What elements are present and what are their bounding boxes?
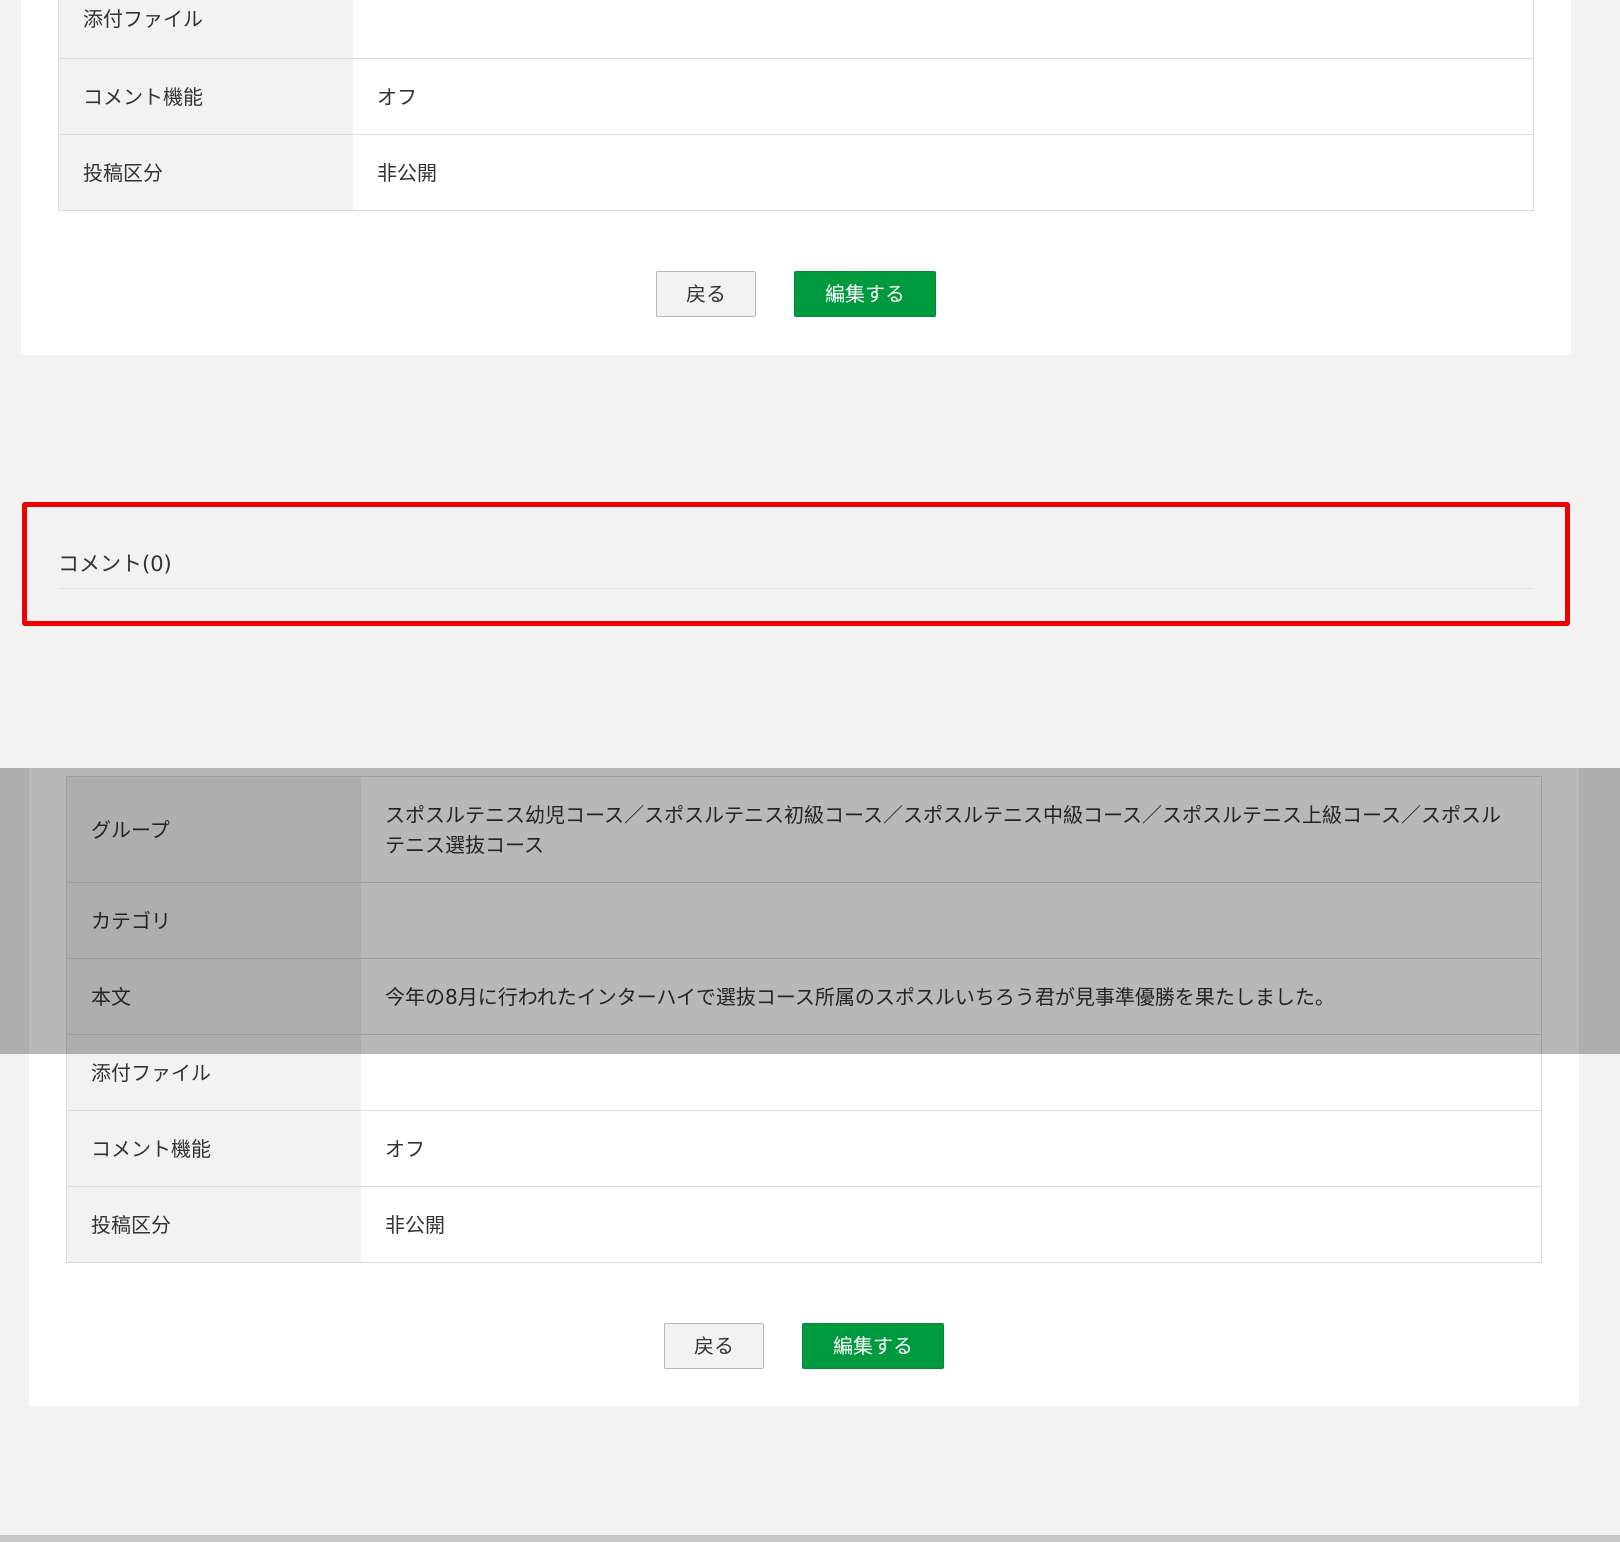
row-value: 非公開 xyxy=(353,134,1534,211)
bottom-edge xyxy=(0,1535,1620,1542)
detail-row-attachment: 添付ファイル xyxy=(66,1034,1542,1111)
highlight-frame xyxy=(22,502,1570,626)
row-label: 本文 xyxy=(66,958,361,1035)
row-label: 添付ファイル xyxy=(58,0,353,59)
edit-button[interactable]: 編集する xyxy=(802,1323,944,1369)
row-label: 投稿区分 xyxy=(58,134,353,211)
detail-row-comment-setting: コメント機能 オフ xyxy=(58,58,1534,135)
row-value xyxy=(361,882,1542,959)
detail-row-body: 本文 今年の8月に行われたインターハイで選抜コース所属のスポスルいちろう君が見事… xyxy=(66,958,1542,1035)
row-value: スポスルテニス幼児コース／スポスルテニス初級コース／スポスルテニス中級コース／ス… xyxy=(361,776,1542,883)
row-value: オフ xyxy=(361,1110,1542,1187)
detail-row-comment-setting: コメント機能 オフ xyxy=(66,1110,1542,1187)
row-label: コメント機能 xyxy=(58,58,353,135)
row-value xyxy=(361,1034,1542,1111)
detail-row-category: カテゴリ xyxy=(66,882,1542,959)
detail-table: 添付ファイル コメント機能 オフ 投稿区分 非公開 xyxy=(58,0,1534,211)
detail-table-lower: グループ スポスルテニス幼児コース／スポスルテニス初級コース／スポスルテニス中級… xyxy=(66,776,1542,1263)
row-label: コメント機能 xyxy=(66,1110,361,1187)
row-label: カテゴリ xyxy=(66,882,361,959)
scrollbar-lower[interactable] xyxy=(1611,1054,1620,1542)
edit-button[interactable]: 編集する xyxy=(794,271,936,317)
detail-row-group: グループ スポスルテニス幼児コース／スポスルテニス初級コース／スポスルテニス中級… xyxy=(66,776,1542,883)
detail-row-attachment: 添付ファイル xyxy=(58,0,1534,59)
row-value: 今年の8月に行われたインターハイで選抜コース所属のスポスルいちろう君が見事準優勝… xyxy=(361,958,1542,1035)
row-value: オフ xyxy=(353,58,1534,135)
back-button[interactable]: 戻る xyxy=(664,1323,764,1369)
row-label: 添付ファイル xyxy=(66,1034,361,1111)
row-label: グループ xyxy=(66,776,361,883)
detail-row-post-type: 投稿区分 非公開 xyxy=(66,1186,1542,1263)
back-button[interactable]: 戻る xyxy=(656,271,756,317)
row-label: 投稿区分 xyxy=(66,1186,361,1263)
row-value xyxy=(353,0,1534,59)
detail-row-post-type: 投稿区分 非公開 xyxy=(58,134,1534,211)
row-value: 非公開 xyxy=(361,1186,1542,1263)
scrollbar[interactable] xyxy=(1611,0,1620,768)
